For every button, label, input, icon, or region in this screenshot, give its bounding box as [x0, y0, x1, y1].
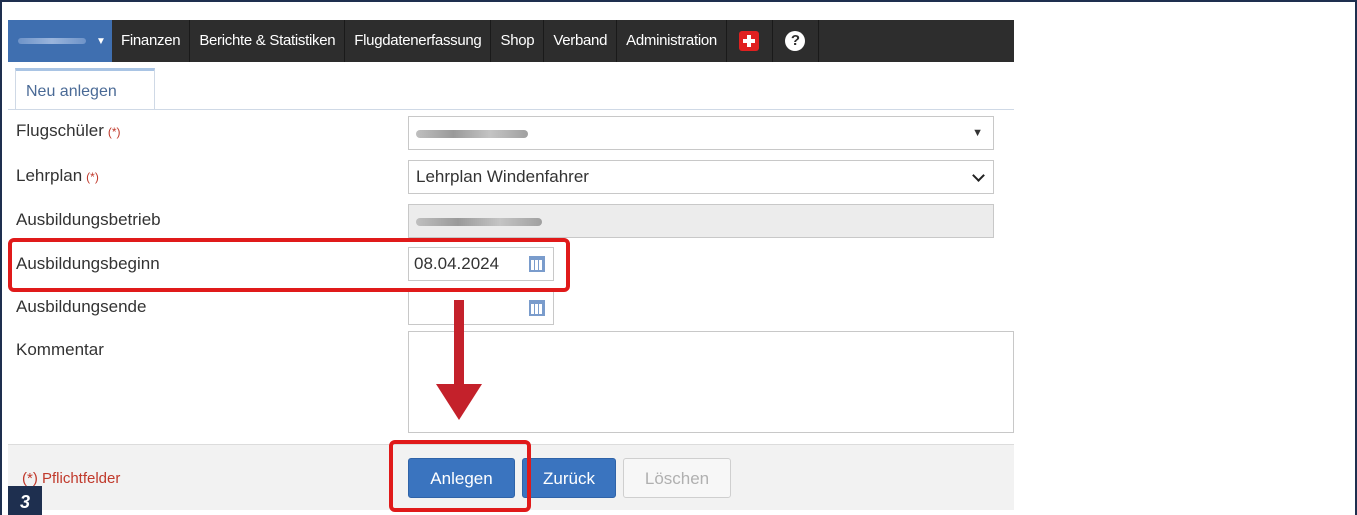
- required-fields-note: (*) Pflichtfelder: [22, 470, 121, 487]
- tab-divider: [8, 109, 1014, 110]
- flugschueler-label: Flugschüler (*): [16, 121, 121, 141]
- nav-item-shop[interactable]: Shop: [491, 20, 545, 62]
- nav-item-berichte-statistiken[interactable]: Berichte & Statistiken: [190, 20, 346, 62]
- lehrplan-label: Lehrplan (*): [16, 166, 99, 186]
- arrow-shaft: [454, 300, 464, 388]
- user-menu[interactable]: ▼: [8, 20, 112, 62]
- ausbildungsende-label: Ausbildungsende: [16, 297, 147, 316]
- step-number-badge: 3: [8, 486, 42, 515]
- help-icon: ?: [785, 31, 806, 51]
- nav-item-finanzen[interactable]: Finanzen: [112, 20, 191, 62]
- zurueck-button[interactable]: Zurück: [522, 458, 616, 498]
- ausbildungsbetrieb-field: [408, 204, 994, 238]
- required-marker: (*): [107, 125, 121, 139]
- arrow-down-icon: [436, 384, 482, 420]
- lehrplan-value: Lehrplan Windenfahrer: [416, 167, 589, 186]
- calendar-icon[interactable]: [529, 300, 545, 316]
- flugschueler-select[interactable]: ▼: [408, 116, 994, 150]
- required-marker: (*): [86, 170, 99, 184]
- lehrplan-label-text: Lehrplan: [16, 166, 83, 185]
- help-button[interactable]: ?: [773, 20, 819, 62]
- add-button[interactable]: [727, 20, 773, 62]
- ausbildungsbetrieb-label: Ausbildungsbetrieb: [16, 210, 161, 229]
- chevron-down-icon: [972, 169, 985, 182]
- caret-down-icon: ▼: [96, 35, 106, 47]
- kommentar-textarea[interactable]: [408, 331, 1014, 433]
- tab-neu-anlegen[interactable]: Neu anlegen: [15, 68, 155, 110]
- plus-icon: [739, 31, 760, 51]
- nav-item-flugdatenerfassung[interactable]: Flugdatenerfassung: [345, 20, 492, 62]
- flugschueler-value-blurred: [416, 129, 528, 138]
- highlight-anlegen-button: [389, 440, 531, 512]
- nav-item-administration[interactable]: Administration: [617, 20, 727, 62]
- top-navbar: ▼ Finanzen Berichte & Statistiken Flugda…: [8, 20, 1014, 62]
- loeschen-button: Löschen: [623, 458, 731, 498]
- ausbildungsbetrieb-value-blurred: [416, 217, 542, 226]
- flugschueler-label-text: Flugschüler: [16, 121, 104, 140]
- caret-down-icon: ▼: [972, 127, 983, 139]
- lehrplan-select[interactable]: Lehrplan Windenfahrer: [408, 160, 994, 194]
- ausbildungsende-date-input[interactable]: [408, 291, 554, 325]
- kommentar-label: Kommentar: [16, 340, 104, 359]
- user-name-blurred: [18, 38, 86, 44]
- highlight-ausbildungsbeginn: [8, 238, 570, 292]
- nav-item-verband[interactable]: Verband: [544, 20, 618, 62]
